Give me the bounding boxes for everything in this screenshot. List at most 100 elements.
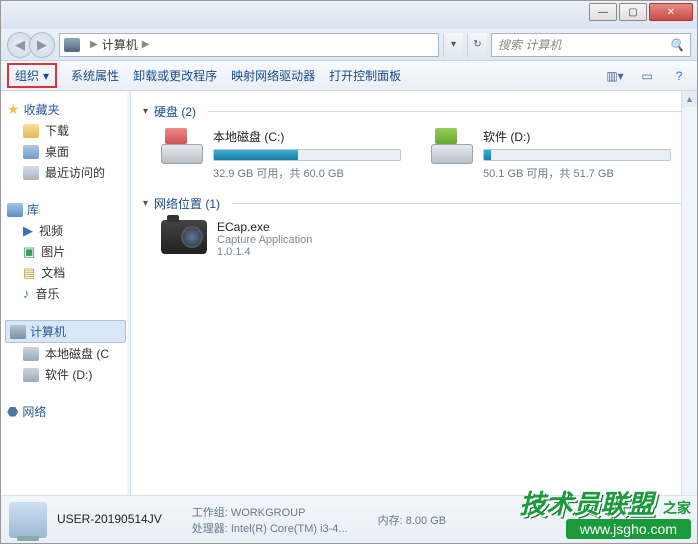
sidebar: ★ 收藏夹 下载 桌面 最近访问的 库 ▶ 视频 (1, 91, 131, 495)
sidebar-favorites-header[interactable]: ★ 收藏夹 (5, 99, 126, 120)
sidebar-item-music[interactable]: ♪ 音乐 (5, 283, 126, 304)
organize-button[interactable]: 组织 ▾ (7, 63, 57, 88)
sidebar-item-pictures[interactable]: ▣ 图片 (5, 241, 126, 262)
drive-stat: 32.9 GB 可用，共 60.0 GB (213, 165, 401, 181)
sidebar-item-recent[interactable]: 最近访问的 (5, 162, 126, 183)
organize-label: 组织 (15, 67, 39, 84)
sidebar-item-documents[interactable]: ▤ 文档 (5, 262, 126, 283)
workgroup-label: 工作组: (192, 507, 228, 519)
item-label: 本地磁盘 (C (45, 345, 109, 362)
search-icon: 🔍 (669, 38, 684, 52)
computer-icon (10, 325, 26, 339)
item-label: 桌面 (45, 143, 69, 160)
address-text: 计算机 (102, 36, 138, 53)
details-text: USER-20190514JV (57, 511, 162, 528)
item-label: 音乐 (36, 285, 60, 302)
map-network-drive-button[interactable]: 映射网络驱动器 (231, 67, 315, 84)
item-label: 视频 (39, 222, 63, 239)
chevron-icon[interactable]: ▶ (142, 39, 150, 50)
maximize-button[interactable]: ▢ (619, 3, 647, 21)
sidebar-resizer[interactable] (126, 91, 130, 495)
search-input[interactable]: 搜索 计算机 🔍 (491, 33, 691, 57)
chevron-down-icon: ▾ (43, 69, 49, 83)
libraries-label: 库 (27, 201, 39, 218)
sidebar-item-downloads[interactable]: 下载 (5, 120, 126, 141)
nav-arrows: ◀ ▶ (7, 32, 55, 58)
sidebar-item-videos[interactable]: ▶ 视频 (5, 220, 126, 241)
favorites-label: 收藏夹 (24, 101, 60, 118)
uninstall-programs-button[interactable]: 卸载或更改程序 (133, 67, 217, 84)
sidebar-libraries: 库 ▶ 视频 ▣ 图片 ▤ 文档 ♪ 音乐 (5, 199, 126, 304)
star-icon: ★ (7, 101, 20, 118)
desktop-icon (23, 145, 39, 159)
mem-value: 8.00 GB (406, 515, 446, 527)
sidebar-computer: 计算机 本地磁盘 (C 软件 (D:) (5, 320, 126, 385)
help-button[interactable]: ? (667, 65, 691, 87)
title-bar: — ▢ ✕ (1, 1, 697, 29)
forward-button[interactable]: ▶ (29, 32, 55, 58)
network-icon: ⬣ (7, 404, 18, 420)
drive-name: 软件 (D:) (483, 128, 671, 145)
network-item-ecap[interactable]: ECap.exe Capture Application 1.0.1.4 (161, 220, 685, 258)
computer-icon (64, 38, 80, 52)
details-columns: 工作组: WORKGROUP 处理器: Intel(R) Core(TM) i3… (192, 504, 348, 536)
network-label: 网络 (22, 403, 46, 420)
video-icon: ▶ (23, 223, 33, 239)
content-pane: ▾ 硬盘 (2) 本地磁盘 (C:) 32.9 GB 可用，共 60.0 GB … (131, 91, 697, 495)
sidebar-libraries-header[interactable]: 库 (5, 199, 126, 220)
recent-icon (23, 166, 39, 180)
drive-c[interactable]: 本地磁盘 (C:) 32.9 GB 可用，共 60.0 GB (161, 128, 401, 181)
scroll-up-button[interactable]: ▲ (682, 91, 697, 107)
drive-stat: 50.1 GB 可用，共 51.7 GB (483, 165, 671, 181)
drive-icon (431, 128, 473, 164)
refresh-button[interactable]: ↻ (467, 33, 487, 57)
camera-icon (161, 220, 207, 254)
toolbar: 组织 ▾ 系统属性 卸载或更改程序 映射网络驱动器 打开控制面板 ▥ ▾ ▭ ? (1, 61, 697, 91)
scrollbar[interactable]: ▲ (681, 91, 697, 495)
drives-row: 本地磁盘 (C:) 32.9 GB 可用，共 60.0 GB 软件 (D:) 5… (161, 128, 685, 181)
sidebar-item-drive-d[interactable]: 软件 (D:) (5, 364, 126, 385)
drive-info: 本地磁盘 (C:) 32.9 GB 可用，共 60.0 GB (213, 128, 401, 181)
drive-d[interactable]: 软件 (D:) 50.1 GB 可用，共 51.7 GB (431, 128, 671, 181)
group-divider (232, 203, 685, 204)
view-mode-button[interactable]: ▥ ▾ (603, 65, 627, 87)
preview-pane-button[interactable]: ▭ (635, 65, 659, 87)
minimize-button[interactable]: — (589, 3, 617, 21)
drive-usage-bar (483, 149, 671, 161)
item-label: 下载 (45, 122, 69, 139)
drive-name: 本地磁盘 (C:) (213, 128, 401, 145)
drive-usage-bar (213, 149, 401, 161)
group-header-network[interactable]: ▾ 网络位置 (1) (143, 195, 685, 212)
window-controls: — ▢ ✕ (589, 3, 693, 21)
folder-icon (23, 124, 39, 138)
search-placeholder: 搜索 计算机 (498, 36, 561, 53)
document-icon: ▤ (23, 265, 35, 281)
sidebar-network: ⬣ 网络 (5, 401, 126, 422)
close-button[interactable]: ✕ (649, 3, 693, 21)
sidebar-item-drive-c[interactable]: 本地磁盘 (C (5, 343, 126, 364)
system-properties-button[interactable]: 系统属性 (71, 67, 119, 84)
toolbar-right: ▥ ▾ ▭ ? (603, 65, 691, 87)
cpu-value: Intel(R) Core(TM) i3-4... (231, 523, 348, 535)
group-header-drives[interactable]: ▾ 硬盘 (2) (143, 103, 685, 120)
library-icon (7, 203, 23, 217)
sidebar-item-desktop[interactable]: 桌面 (5, 141, 126, 162)
address-bar[interactable]: ▶ 计算机 ▶ (59, 33, 439, 57)
open-control-panel-button[interactable]: 打开控制面板 (329, 67, 401, 84)
mem-label: 内存: (378, 515, 403, 527)
item-label: 文档 (41, 264, 65, 281)
computer-label: 计算机 (30, 323, 66, 340)
computer-large-icon (9, 502, 47, 538)
drive-icon (161, 128, 203, 164)
group-title: 硬盘 (2) (154, 103, 196, 120)
chevron-icon: ▶ (90, 39, 98, 50)
sidebar-network-header[interactable]: ⬣ 网络 (5, 401, 126, 422)
body: ★ 收藏夹 下载 桌面 最近访问的 库 ▶ 视频 (1, 91, 697, 495)
address-dropdown[interactable]: ▾ (443, 33, 463, 57)
view-icon: ▥ (606, 69, 617, 83)
file-name: ECap.exe (217, 220, 312, 234)
disclosure-triangle-icon: ▾ (143, 198, 148, 209)
sidebar-computer-header[interactable]: 计算机 (5, 320, 126, 343)
details-pane: USER-20190514JV 工作组: WORKGROUP 处理器: Inte… (1, 495, 697, 543)
item-label: 软件 (D:) (45, 366, 92, 383)
